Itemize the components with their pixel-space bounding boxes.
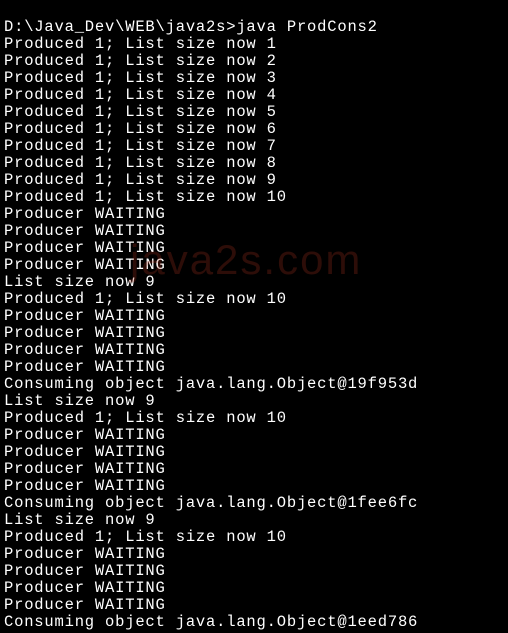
terminal-line: Producer WAITING bbox=[4, 325, 504, 342]
terminal-line: Produced 1; List size now 10 bbox=[4, 410, 504, 427]
terminal-line: Produced 1; List size now 10 bbox=[4, 189, 504, 206]
terminal-line: Producer WAITING bbox=[4, 580, 504, 597]
terminal-line: Producer WAITING bbox=[4, 461, 504, 478]
terminal-line: Produced 1; List size now 3 bbox=[4, 70, 504, 87]
terminal-line: Producer WAITING bbox=[4, 563, 504, 580]
terminal-line: List size now 9 bbox=[4, 512, 504, 529]
terminal-line: Produced 1; List size now 6 bbox=[4, 121, 504, 138]
terminal-line: Produced 1; List size now 9 bbox=[4, 172, 504, 189]
terminal-line: Producer WAITING bbox=[4, 427, 504, 444]
terminal-line: Producer WAITING bbox=[4, 478, 504, 495]
terminal-line: Producer WAITING bbox=[4, 206, 504, 223]
terminal-line: List size now 9 bbox=[4, 274, 504, 291]
terminal-line: Produced 1; List size now 10 bbox=[4, 291, 504, 308]
terminal-line: Producer WAITING bbox=[4, 444, 504, 461]
terminal-line: Produced 1; List size now 10 bbox=[4, 529, 504, 546]
terminal-line: Produced 1; List size now 2 bbox=[4, 53, 504, 70]
terminal-line: Producer WAITING bbox=[4, 308, 504, 325]
terminal-line: Producer WAITING bbox=[4, 342, 504, 359]
terminal-output: D:\Java_Dev\WEB\java2s>java ProdCons2Pro… bbox=[0, 0, 508, 633]
terminal-line: Produced 1; List size now 5 bbox=[4, 104, 504, 121]
terminal-line: Produced 1; List size now 8 bbox=[4, 155, 504, 172]
terminal-line: Consuming object java.lang.Object@1eed78… bbox=[4, 614, 504, 631]
terminal-line: List size now 9 bbox=[4, 393, 504, 410]
terminal-line: D:\Java_Dev\WEB\java2s>java ProdCons2 bbox=[4, 19, 504, 36]
terminal-line: Producer WAITING bbox=[4, 359, 504, 376]
terminal-line: Consuming object java.lang.Object@19f953… bbox=[4, 376, 504, 393]
terminal-line: Produced 1; List size now 1 bbox=[4, 36, 504, 53]
terminal-line: Produced 1; List size now 4 bbox=[4, 87, 504, 104]
terminal-line: Producer WAITING bbox=[4, 223, 504, 240]
terminal-line: Producer WAITING bbox=[4, 257, 504, 274]
terminal-line: Producer WAITING bbox=[4, 240, 504, 257]
terminal-line: Consuming object java.lang.Object@1fee6f… bbox=[4, 495, 504, 512]
terminal-line: Producer WAITING bbox=[4, 546, 504, 563]
terminal-line: Produced 1; List size now 7 bbox=[4, 138, 504, 155]
terminal-line: Producer WAITING bbox=[4, 597, 504, 614]
